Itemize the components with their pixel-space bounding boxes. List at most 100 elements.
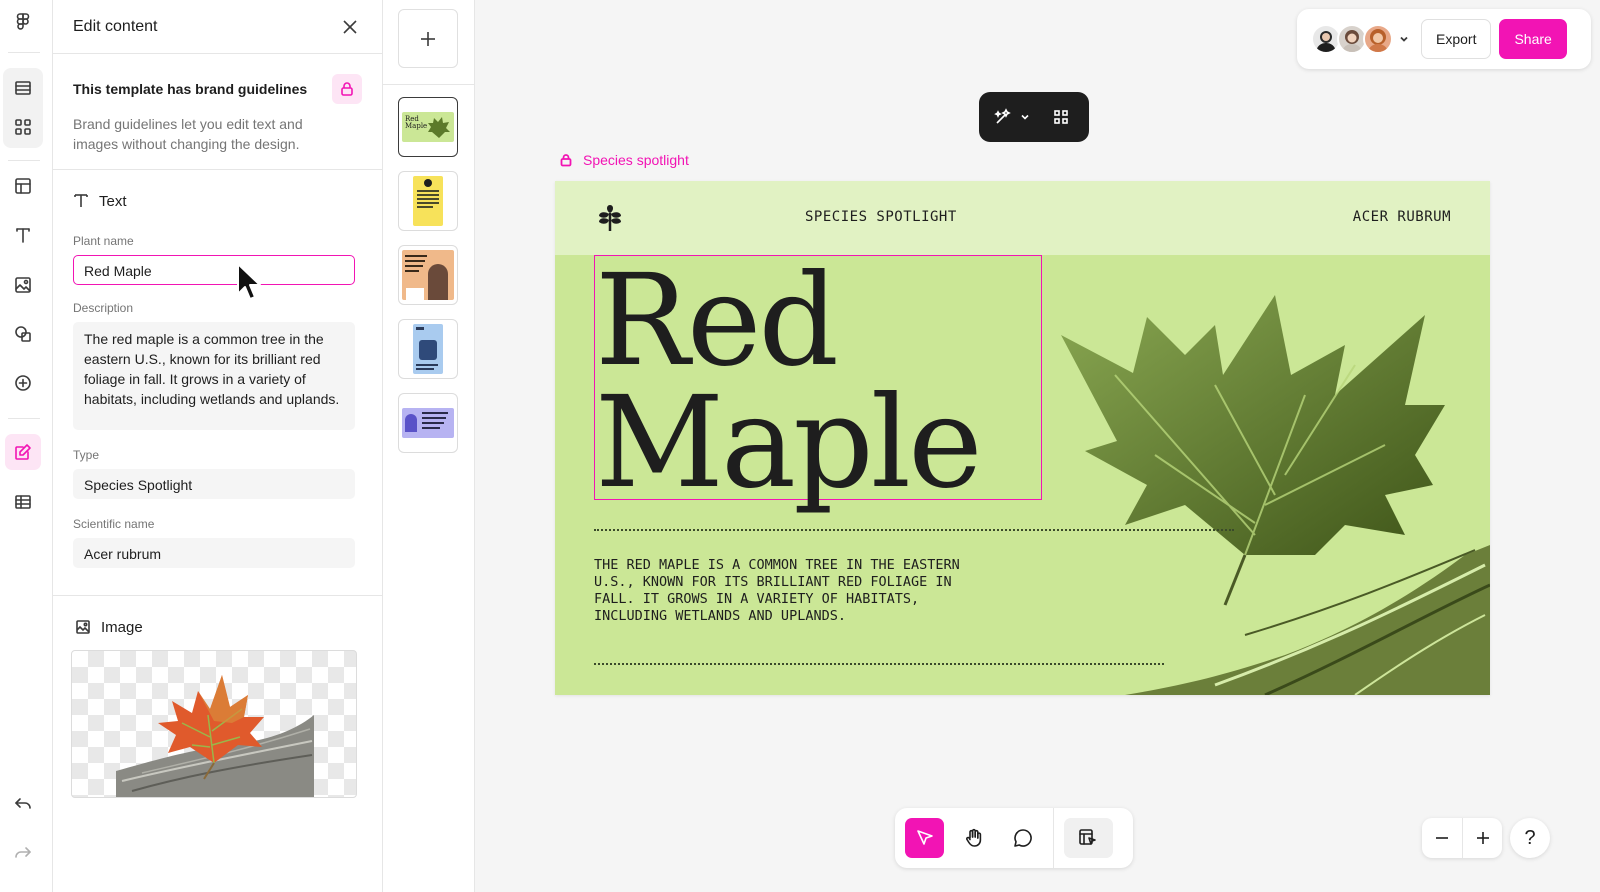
templates-tool-button[interactable] [1063,818,1113,858]
text-tool-button[interactable] [5,217,41,253]
image-icon [76,620,90,634]
zoom-in-button[interactable] [1462,818,1502,858]
type-label: Type [73,448,100,462]
bottom-toolbar [895,808,1133,868]
plant-logo-icon [599,205,621,231]
design-canvas[interactable]: Export Share Species spotlight SPECIES S… [475,0,1600,892]
shapes-icon [15,326,31,342]
species-spotlight-slide[interactable]: SPECIES SPOTLIGHT ACER RUBRUM Red Maple … [555,181,1490,695]
export-button[interactable]: Export [1421,19,1492,59]
ai-actions-button[interactable] [993,107,1031,127]
redo-icon [15,847,31,858]
page-thumbnail-5[interactable] [398,393,458,453]
figma-logo-icon[interactable] [5,4,41,40]
plant-name-field[interactable]: Red Maple [73,255,355,285]
table-icon [15,495,31,509]
cursor-arrow-icon [916,830,933,845]
brand-lock-button[interactable] [332,74,362,104]
slide-header-title: SPECIES SPOTLIGHT [805,209,957,225]
templates-icon [1079,829,1097,845]
minus-icon [1436,837,1448,839]
page-thumbnail-3[interactable] [398,245,458,305]
edit-content-panel: Edit content This template has brand gui… [53,0,383,892]
lock-icon [341,82,353,96]
description-label: Description [73,301,134,315]
panel-header: Edit content [53,0,382,54]
sparkle-wand-icon [994,108,1011,124]
undo-button[interactable] [5,785,41,821]
collaborator-avatars[interactable] [1311,24,1393,54]
thumbnail-title: Red Maple [405,115,428,130]
page-thumbnail-4[interactable] [398,319,458,379]
selection-toolbar [979,92,1089,142]
text-icon [16,228,30,243]
select-tool-button[interactable] [905,818,945,858]
scientific-name-label: Scientific name [73,517,155,531]
zoom-controls [1422,818,1502,858]
grid-layout-button[interactable] [1051,107,1071,127]
frame-label[interactable]: Species spotlight [559,152,689,168]
page-thumbnail-2[interactable] [398,171,458,231]
zoom-out-button[interactable] [1422,818,1462,858]
edit-content-icon [15,444,31,460]
brand-guidelines-section: This template has brand guidelines Brand… [53,54,382,170]
table-button[interactable] [5,484,41,520]
undo-icon [15,798,31,809]
share-button[interactable]: Share [1499,19,1567,59]
lock-icon [560,154,572,167]
slide-title-line-2: Maple [595,369,983,516]
add-button[interactable] [5,365,41,401]
image-section-title: Image [101,618,143,636]
leaf-icon [428,117,450,138]
page-thumbnail-1[interactable]: Red Maple [398,97,458,157]
left-toolbar [0,0,53,892]
image-icon [15,277,31,293]
pages-view-button[interactable] [5,70,41,106]
pages-icon [15,81,31,95]
slide-title-line-1: Red [595,247,839,394]
plant-name-label: Plant name [73,234,134,248]
help-button[interactable]: ? [1510,818,1550,858]
text-section-title: Text [99,192,127,210]
pages-panel: Red Maple [383,0,475,892]
slide-header: SPECIES SPOTLIGHT ACER RUBRUM [555,181,1490,255]
divider-dotted [594,663,1164,665]
brand-guidelines-description: Brand guidelines let you edit text and i… [73,116,303,152]
chevron-down-icon [1400,36,1408,42]
grid-view-button[interactable] [5,109,41,145]
grid-icon [15,119,31,135]
image-tool-button[interactable] [5,267,41,303]
image-preview[interactable] [71,650,357,798]
avatars-dropdown-button[interactable] [1397,32,1411,46]
grid-dots-icon [1054,110,1068,124]
plus-circle-icon [15,375,31,391]
plus-icon [421,31,435,46]
mouse-pointer-icon [237,263,261,300]
frame-label-text: Species spotlight [583,152,689,168]
chevron-down-icon [1021,114,1029,120]
redo-button[interactable] [5,834,41,870]
panel-title: Edit content [73,17,158,35]
type-field[interactable]: Species Spotlight [73,469,355,499]
shapes-tool-button[interactable] [5,316,41,352]
top-action-bar: Export Share [1297,9,1591,69]
scientific-name-field[interactable]: Acer rubrum [73,538,355,568]
plant-name-text-box[interactable]: Red Maple [594,247,1042,506]
close-panel-button[interactable] [338,15,362,39]
add-page-button[interactable] [398,9,458,68]
description-field[interactable]: The red maple is a common tree in the ea… [73,322,355,430]
brand-guidelines-title: This template has brand guidelines [73,81,308,97]
comment-bubble-icon [1014,829,1033,847]
edit-content-button[interactable] [5,434,41,470]
hand-icon [965,828,982,847]
layout-button[interactable] [5,168,41,204]
maple-leaf-image [116,675,314,797]
slide-header-scientific-name: ACER RUBRUM [1352,209,1451,225]
image-section: Image [53,596,382,798]
divider-dotted [594,529,1234,531]
hand-tool-button[interactable] [954,818,993,858]
text-section: Text Plant name Red Maple Description Th… [53,170,382,596]
slide-description: The red maple is a common tree in the ea… [594,557,960,624]
comment-tool-button[interactable] [1004,818,1043,858]
avatar [1363,24,1393,54]
